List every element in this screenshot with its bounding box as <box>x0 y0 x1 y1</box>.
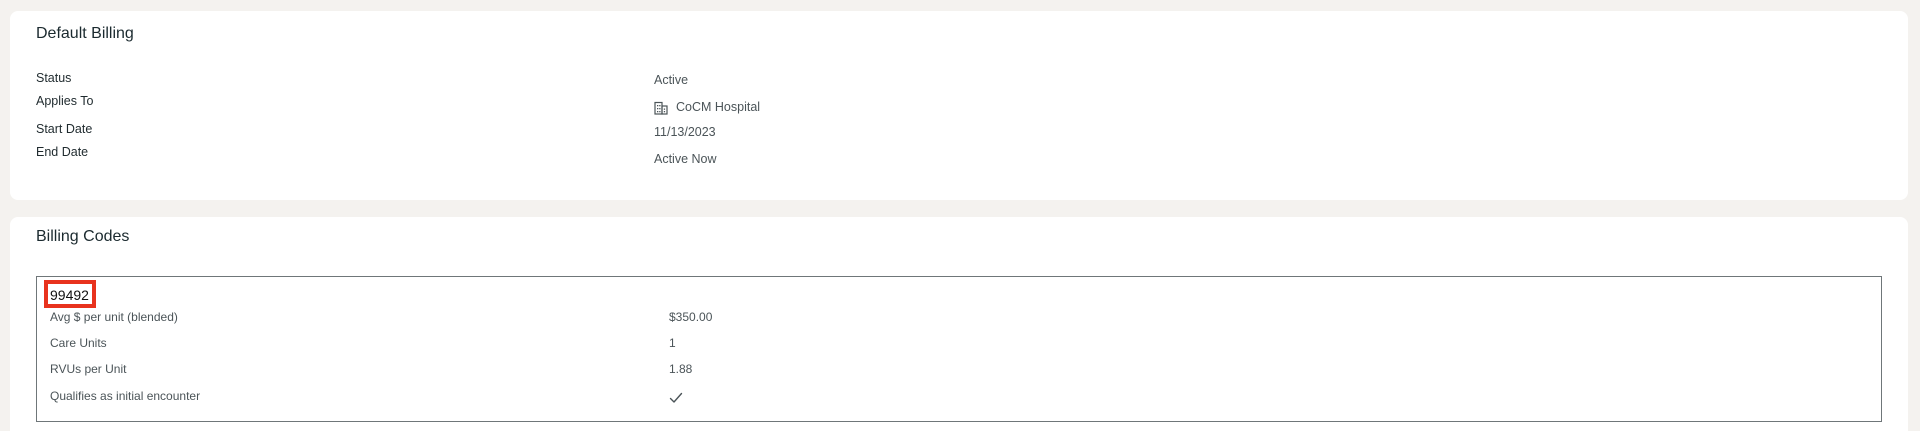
billing-code-number: 99492 <box>50 287 89 303</box>
avg-per-unit-label: Avg $ per unit (blended) <box>50 310 178 324</box>
care-units-value: 1 <box>669 336 676 350</box>
status-value: Active <box>654 73 689 87</box>
status-label: Status <box>36 71 72 85</box>
default-billing-card: Default Billing Status Active Applies To… <box>10 11 1908 200</box>
applies-to-label: Applies To <box>36 94 94 108</box>
initial-encounter-label: Qualifies as initial encounter <box>50 389 201 403</box>
end-date-label: End Date <box>36 145 89 159</box>
building-icon <box>654 101 668 115</box>
end-date-value: Active Now <box>654 152 717 166</box>
billing-codes-title: Billing Codes <box>36 228 130 245</box>
start-date-label: Start Date <box>36 122 93 136</box>
default-billing-title: Default Billing <box>36 25 134 42</box>
care-units-label: Care Units <box>50 336 107 350</box>
rvus-per-unit-label: RVUs per Unit <box>50 362 127 376</box>
rvus-per-unit-value: 1.88 <box>669 362 693 376</box>
billing-codes-card: Billing Codes 99492 Avg $ per unit (blen… <box>10 217 1908 431</box>
start-date-value: 11/13/2023 <box>654 125 716 139</box>
billing-code-item: 99492 Avg $ per unit (blended) $350.00 C… <box>36 276 1882 422</box>
check-icon <box>669 391 683 403</box>
avg-per-unit-value: $350.00 <box>669 310 713 324</box>
applies-to-value[interactable]: CoCM Hospital <box>676 99 760 115</box>
